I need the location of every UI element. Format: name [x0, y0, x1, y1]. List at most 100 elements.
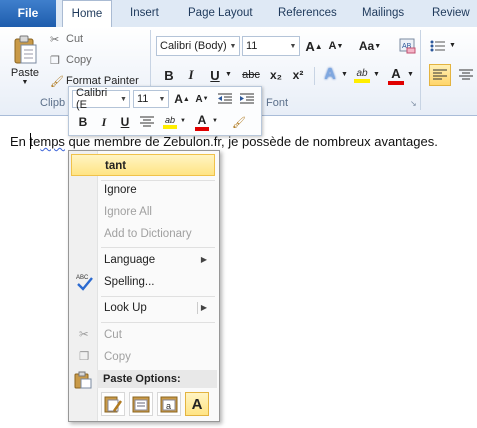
submenu-arrow-icon: ▶: [200, 303, 207, 312]
mini-highlight-button[interactable]: ab: [161, 112, 179, 132]
menu-item-label: Spelling...: [104, 276, 155, 288]
document-text-after: que membre de Zebulon.fr, je possède de …: [64, 134, 438, 149]
mini-center-button[interactable]: [137, 113, 157, 131]
tab-page-layout[interactable]: Page Layout: [188, 0, 253, 27]
chevron-down-icon[interactable]: ▼: [180, 118, 186, 124]
font-color-swatch: [195, 127, 209, 131]
menu-separator: [101, 247, 215, 248]
font-size-value: 11: [246, 40, 258, 52]
menu-item-spelling[interactable]: ABC Spelling...: [71, 271, 215, 293]
align-left-button[interactable]: [429, 64, 451, 86]
text-effects-button[interactable]: A: [320, 64, 340, 86]
font-color-button[interactable]: A: [386, 64, 406, 86]
suggestion-item[interactable]: tant: [71, 154, 215, 176]
clear-formatting-button[interactable]: AB: [396, 35, 418, 57]
menu-item-label: Language: [104, 254, 156, 266]
italic-button[interactable]: I: [182, 65, 200, 85]
document-text-line[interactable]: En temps que membre de Zebulon.fr, je po…: [10, 134, 438, 149]
align-center-icon: [140, 116, 154, 127]
mini-toolbar: Calibri (E ▼ 11 ▼ A ▲ A ▼ B I U ab ▼ A ▼…: [68, 86, 262, 136]
menu-item-cut[interactable]: ✂ Cut: [71, 324, 215, 346]
mini-grow-font-button[interactable]: A ▲: [173, 90, 191, 108]
menu-item-label: Ignore All: [104, 206, 152, 218]
suggestion-label: tant: [105, 160, 127, 172]
underline-button[interactable]: U: [206, 65, 224, 85]
font-group-label: Font: [266, 97, 289, 109]
mini-font-name-value: Calibri (E: [76, 87, 108, 111]
shrink-font-button[interactable]: A ▼: [326, 36, 346, 56]
highlight-button[interactable]: ab: [352, 64, 372, 86]
tab-file[interactable]: File: [0, 0, 56, 27]
chevron-down-icon[interactable]: ▼: [341, 71, 348, 78]
menu-item-copy[interactable]: ❐ Copy: [71, 346, 215, 368]
tab-references[interactable]: References: [278, 0, 337, 27]
spelling-check-icon: ABC: [75, 272, 95, 300]
mini-font-size-combo[interactable]: 11 ▼: [133, 90, 169, 108]
menu-item-add-to-dictionary[interactable]: Add to Dictionary: [71, 223, 215, 245]
tab-review[interactable]: Review: [432, 0, 470, 27]
bold-button[interactable]: B: [160, 65, 178, 85]
text-effects-icon: A: [324, 66, 336, 83]
format-painter-icon: 🖌: [50, 75, 64, 88]
chevron-down-icon[interactable]: ▼: [212, 118, 218, 124]
increase-indent-icon: [240, 93, 254, 104]
font-name-combo[interactable]: Calibri (Body) ▼: [156, 36, 240, 56]
copy-button[interactable]: ❐ Copy: [50, 51, 92, 69]
paste-merge-formatting-button[interactable]: [129, 392, 153, 416]
highlight-color-swatch: [163, 125, 177, 129]
tab-mailings[interactable]: Mailings: [362, 0, 404, 27]
misspelled-word[interactable]: mps: [40, 134, 65, 149]
mini-font-size-value: 11: [137, 93, 149, 105]
highlighter-icon: ab: [164, 115, 175, 125]
font-color-icon: A: [391, 65, 401, 81]
mini-decrease-indent-button[interactable]: [215, 90, 235, 108]
menu-separator: [101, 322, 215, 323]
clipboard-group-label: Clipb: [40, 97, 66, 109]
group-divider: [314, 67, 315, 85]
mini-italic-button[interactable]: I: [95, 113, 113, 131]
chevron-down-icon[interactable]: ▼: [407, 71, 414, 78]
superscript-button[interactable]: x²: [288, 65, 308, 85]
chevron-down-icon[interactable]: ▼: [227, 43, 239, 50]
menu-item-look-up[interactable]: Look Up ▶: [71, 297, 215, 319]
mini-format-painter-button[interactable]: 🖌: [229, 113, 249, 131]
font-size-combo[interactable]: 11 ▼: [242, 36, 300, 56]
subscript-button[interactable]: x₂: [266, 65, 286, 85]
chevron-down-icon[interactable]: ▼: [156, 96, 168, 103]
mini-bold-button[interactable]: B: [74, 113, 92, 131]
tab-home[interactable]: Home: [62, 0, 112, 27]
mini-font-name-combo[interactable]: Calibri (E ▼: [72, 87, 130, 111]
mini-underline-button[interactable]: U: [116, 113, 134, 131]
mini-shrink-font-button[interactable]: A ▼: [193, 90, 211, 108]
chevron-down-icon[interactable]: ▼: [373, 71, 380, 78]
dialog-launcher-icon[interactable]: ↘: [410, 99, 417, 108]
strikethrough-button[interactable]: abc: [238, 65, 264, 85]
clear-formatting-icon: AB: [399, 38, 416, 54]
chevron-down-icon[interactable]: ▼: [118, 96, 129, 103]
bullets-button[interactable]: [428, 36, 448, 56]
menu-item-ignore[interactable]: Ignore: [71, 179, 215, 201]
cut-button[interactable]: ✂ Cut: [50, 30, 83, 48]
menu-item-label: Copy: [104, 351, 131, 363]
tab-insert[interactable]: Insert: [130, 0, 159, 27]
grow-font-button[interactable]: A ▲: [304, 36, 324, 56]
paste-button[interactable]: Paste ▼: [6, 31, 44, 89]
chevron-down-icon[interactable]: ▼: [449, 42, 456, 49]
paste-text-only-button[interactable]: a: [157, 392, 181, 416]
change-case-icon: Aa: [358, 39, 375, 53]
chevron-down-icon: ▼: [21, 78, 29, 86]
align-center-button[interactable]: [455, 64, 477, 86]
font-name-value: Calibri (Body): [160, 40, 227, 52]
text-cursor: [30, 133, 31, 149]
chevron-down-icon[interactable]: ▼: [287, 43, 299, 50]
change-case-button[interactable]: Aa ▼: [356, 36, 384, 56]
group-divider: [420, 30, 421, 110]
menu-item-language[interactable]: Language ▶: [71, 249, 215, 271]
mini-increase-indent-button[interactable]: [237, 90, 257, 108]
paste-picture-button[interactable]: A: [185, 392, 209, 416]
bullet-list-icon: [430, 40, 445, 52]
mini-font-color-button[interactable]: A: [193, 112, 211, 132]
menu-item-ignore-all[interactable]: Ignore All: [71, 201, 215, 223]
paste-keep-source-formatting-button[interactable]: [101, 392, 125, 416]
chevron-down-icon[interactable]: ▼: [225, 71, 232, 78]
